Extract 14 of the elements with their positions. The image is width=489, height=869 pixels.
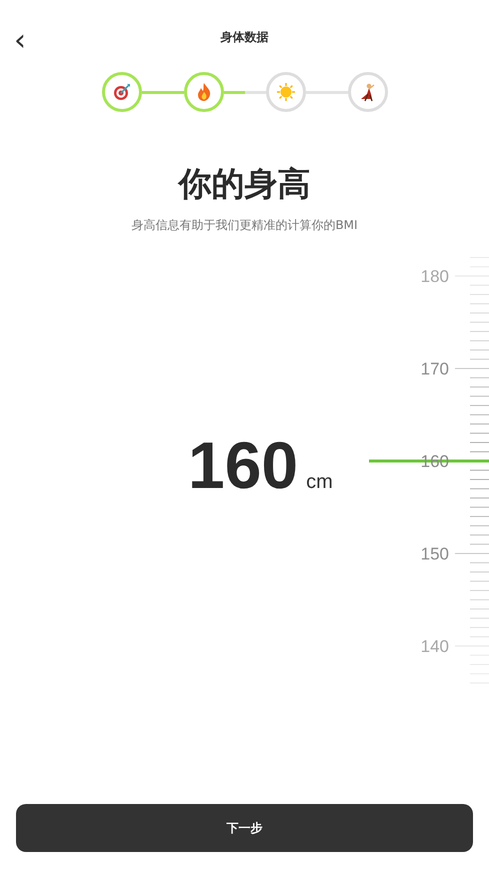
unit-label: cm [306,470,333,495]
next-button[interactable]: 下一步 [16,804,473,852]
page-title: 身体数据 [220,29,268,46]
height-value: 160 [188,432,298,498]
ruler-scale[interactable] [454,256,489,684]
heading: 你的身高 [176,164,312,204]
ruler-label: 180 [420,266,449,286]
ruler-label: 150 [420,544,449,564]
back-button[interactable]: ‹ [10,26,30,56]
ruler-label: 170 [420,359,449,378]
subtitle: 身高信息有助于我们更精准的计算你的BMI [130,216,359,234]
sun-icon [276,82,296,102]
target-icon [112,82,132,102]
ruler-label: 140 [420,636,449,656]
